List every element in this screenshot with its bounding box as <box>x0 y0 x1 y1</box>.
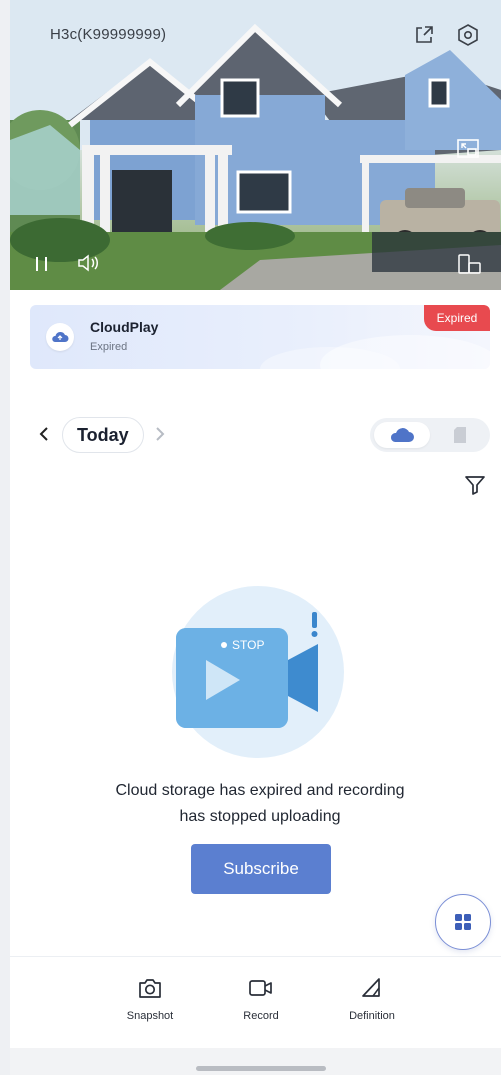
chevron-right-icon[interactable] <box>154 425 166 448</box>
snapshot-button[interactable]: Snapshot <box>100 974 200 1034</box>
share-icon[interactable] <box>413 24 439 50</box>
date-label: Today <box>77 424 129 445</box>
video-icon <box>211 974 311 1002</box>
stop-label: STOP <box>232 638 264 652</box>
recording-stopped-illustration: STOP <box>168 582 348 762</box>
empty-state-message: Cloud storage has expired and recording … <box>30 778 490 830</box>
date-selector[interactable]: Today <box>62 417 144 453</box>
cloud-storage-option[interactable] <box>374 422 430 448</box>
cloudplay-banner[interactable]: CloudPlay Expired Expired <box>30 305 490 369</box>
app-screen: H3c(K99999999) CloudPlay Expired Expired… <box>0 0 501 1075</box>
record-button[interactable]: Record <box>211 974 311 1034</box>
expired-badge: Expired <box>424 305 490 331</box>
pause-icon[interactable] <box>32 254 58 280</box>
definition-button[interactable]: Definition <box>322 974 422 1034</box>
camera-feed[interactable]: H3c(K99999999) <box>10 0 501 290</box>
sd-card-icon <box>454 427 466 443</box>
cloud-upload-icon <box>46 323 74 351</box>
date-navigator: Today <box>30 413 490 457</box>
camera-icon <box>100 974 200 1002</box>
storage-toggle <box>370 418 490 452</box>
screen-edge <box>0 0 10 1075</box>
sd-card-option[interactable] <box>434 422 486 448</box>
grid-icon <box>455 914 471 930</box>
settings-icon[interactable] <box>456 23 484 51</box>
definition-label: Definition <box>349 1010 395 1022</box>
cloudplay-title: CloudPlay <box>90 319 159 335</box>
subscribe-button[interactable]: Subscribe <box>191 844 331 894</box>
filter-icon[interactable] <box>464 474 486 501</box>
pip-icon[interactable] <box>456 138 484 166</box>
empty-message-line2: has stopped uploading <box>179 808 341 825</box>
chevron-left-icon[interactable] <box>38 425 50 448</box>
toolbar-divider <box>10 956 501 957</box>
snapshot-label: Snapshot <box>126 1010 174 1022</box>
home-indicator[interactable] <box>196 1066 326 1071</box>
camera-title: H3c(K99999999) <box>50 26 167 43</box>
cloudplay-status: Expired <box>90 341 128 353</box>
cloud-icon <box>390 428 414 442</box>
record-label: Record <box>243 1010 279 1022</box>
volume-icon[interactable] <box>76 253 108 281</box>
cloud-decoration <box>260 335 490 369</box>
definition-icon <box>322 974 422 1002</box>
more-options-button[interactable] <box>435 894 491 950</box>
device-switch-icon[interactable] <box>456 252 486 282</box>
empty-message-line1: Cloud storage has expired and recording <box>115 782 405 799</box>
